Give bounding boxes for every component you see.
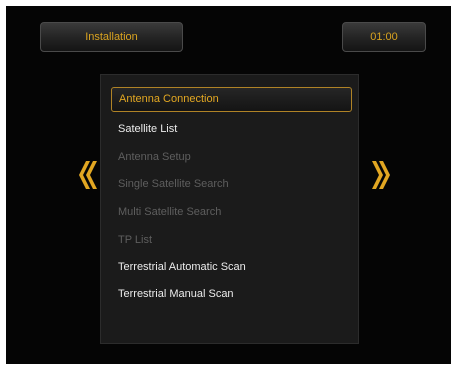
menu-item-label: TP List (118, 234, 153, 246)
double-chevron-left-icon[interactable] (79, 161, 97, 189)
menu-item-single-satellite-search: Single Satellite Search (111, 172, 352, 197)
menu-item-antenna-setup: Antenna Setup (111, 145, 352, 170)
page-title: Installation (40, 22, 183, 52)
menu-item-tp-list: TP List (111, 228, 352, 253)
clock-display: 01:00 (342, 22, 426, 52)
page-title-label: Installation (85, 31, 138, 43)
menu-item-label: Single Satellite Search (118, 178, 229, 190)
menu-item-label: Antenna Connection (119, 93, 219, 105)
menu-item-label: Satellite List (118, 123, 178, 135)
menu-item-multi-satellite-search: Multi Satellite Search (111, 200, 352, 225)
clock-label: 01:00 (370, 31, 398, 43)
menu-item-satellite-list[interactable]: Satellite List (111, 117, 352, 142)
menu-item-label: Terrestrial Manual Scan (118, 288, 234, 300)
menu-item-label: Terrestrial Automatic Scan (118, 261, 246, 273)
double-chevron-right-icon[interactable] (372, 161, 390, 189)
menu-item-terrestrial-automatic-scan[interactable]: Terrestrial Automatic Scan (111, 255, 352, 280)
installation-menu: Antenna Connection Satellite List Antenn… (100, 74, 359, 344)
menu-item-antenna-connection[interactable]: Antenna Connection (111, 87, 352, 112)
tv-screen: Installation 01:00 Antenna Connection Sa… (6, 6, 451, 364)
menu-item-label: Multi Satellite Search (118, 206, 222, 218)
menu-item-terrestrial-manual-scan[interactable]: Terrestrial Manual Scan (111, 282, 352, 307)
menu-item-label: Antenna Setup (118, 151, 191, 163)
